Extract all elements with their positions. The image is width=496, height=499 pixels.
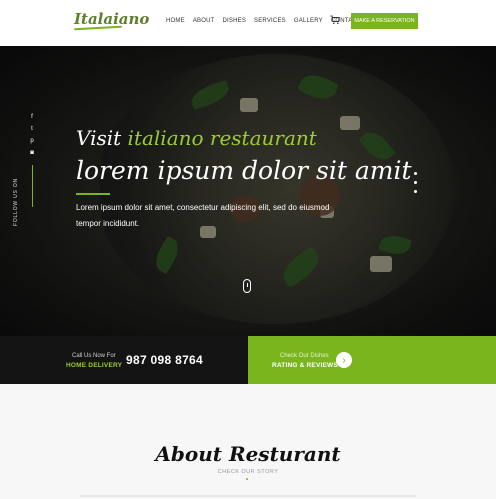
scroll-down-icon[interactable] [243,279,251,293]
hero-description: Lorem ipsum dolor sit amet, consectetur … [76,203,330,228]
slider-dot[interactable] [414,172,417,175]
check-dishes-label: Check Our Dishes [280,353,329,359]
facebook-icon[interactable]: f [31,114,33,120]
home-delivery-bar: Call Us Now For HOME DELIVERY 987 098 87… [0,336,248,384]
about-divider-dot [246,478,248,480]
nav-services[interactable]: SERVICES [254,18,286,24]
visit-prefix: Visit [76,126,122,150]
make-reservation-button[interactable]: MAKE A RESERVATION [351,13,418,29]
nav-home[interactable]: HOME [166,18,185,24]
slider-dots [414,172,417,193]
about-section: About Resturant CHECK OUR STORY [0,384,496,499]
about-title: About Resturant [155,442,341,466]
rating-reviews-bar[interactable]: Check Our Dishes RATING & REVIEWS › [248,336,496,384]
hero-headline: lorem ipsum dolor sit amit [76,156,412,185]
phone-number[interactable]: 987 098 8764 [126,353,203,367]
social-divider [31,165,33,207]
pinterest-icon[interactable]: p [30,138,33,144]
nav-dishes[interactable]: DISHES [222,18,246,24]
hero-section: f t p ◙ FOLLOW US ON Visit italiano rest… [0,46,496,336]
social-links: f t p ◙ [27,114,37,207]
hero-visit-heading: Visit italiano restaurant [76,126,317,150]
about-text-preview [80,495,416,497]
slider-dot[interactable] [414,181,417,184]
call-now-label: Call Us Now For [72,353,116,359]
follow-us-label: FOLLOW US ON [13,178,19,226]
rating-reviews-label: RATING & REVIEWS [272,362,338,369]
nav-about[interactable]: ABOUT [193,18,215,24]
site-header: Italaiano HOME ABOUT DISHES SERVICES GAL… [0,0,496,46]
twitter-icon[interactable]: t [31,126,33,132]
home-delivery-label: HOME DELIVERY [66,362,123,369]
slider-dot[interactable] [414,190,417,193]
nav-gallery[interactable]: GALLERY [294,18,323,24]
visit-highlight: italiano restaurant [127,126,317,150]
about-subtitle: CHECK OUR STORY [217,469,279,475]
cart-icon[interactable] [330,15,340,25]
instagram-icon[interactable]: ◙ [30,150,34,156]
headline-underline [76,193,110,195]
arrow-right-icon[interactable]: › [336,352,352,368]
